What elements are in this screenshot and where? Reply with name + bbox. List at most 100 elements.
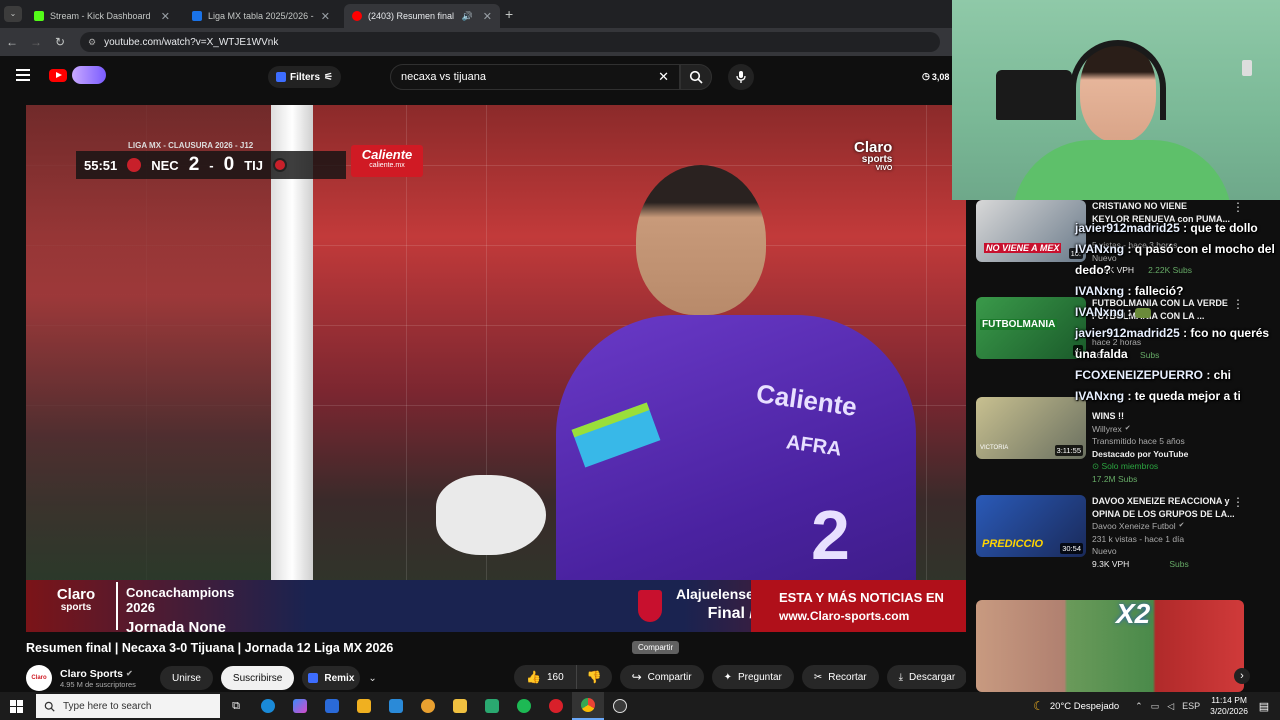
store-app[interactable] [348,692,380,720]
chrome-alt-app[interactable] [412,692,444,720]
speaker-icon[interactable]: ◁ [1167,701,1174,712]
chevron-right-icon: › [1240,670,1244,682]
url-text: youtube.com/watch?v=X_WTJE1WVnk [104,36,279,48]
chrome-app[interactable] [572,692,604,720]
net-line [926,105,927,580]
share-button[interactable]: ↪ Compartir [619,665,704,689]
speaker-icon[interactable]: 🔊 [462,11,473,22]
related-video-thumbnail[interactable]: FUTBOLMANIA 4: [976,297,1086,359]
windows-start-button[interactable] [0,692,32,720]
search-button[interactable] [680,64,712,90]
dislike-button[interactable]: 👎 [577,665,612,689]
clip-button[interactable]: ✂ Recortar [801,665,879,689]
lamp [1242,60,1252,76]
sponsor-url: caliente.mx [369,162,405,169]
team-sub: Final / [707,605,754,622]
clock-time: 11:14 PM [1211,695,1247,705]
home-team: NEC [151,157,179,173]
video-title-2: OPINA DE LOS GRUPOS DE LA... [1092,508,1235,519]
clear-search-icon[interactable]: ✕ [658,69,669,85]
edge-app[interactable] [252,692,284,720]
related-video-thumbnail[interactable]: NO VIENE A MEX 10: [976,200,1086,262]
ask-label: Preguntar [737,671,782,683]
clock-date: 3/20/2026 [1210,706,1248,716]
score-separator: - [209,157,214,173]
away-team: TIJ [244,157,263,173]
site-info-icon[interactable]: ⚙ [88,37,96,48]
google-favicon-icon [192,11,202,21]
obs-app[interactable] [604,692,636,720]
lower-third-text: Concachampions 2026 Jornada None [116,582,241,632]
mail-app[interactable] [316,692,348,720]
back-arrow-icon[interactable]: ← [0,35,24,49]
browser-tab-youtube[interactable]: (2403) Resumen final | Nec 🔊 ✕ [344,4,500,28]
youtube-logo[interactable] [49,69,67,82]
remix-button[interactable]: Remix [302,666,361,690]
ask-button[interactable]: ✦ Preguntar [711,665,794,689]
alajuelense-crest-icon [638,590,662,622]
reload-icon[interactable]: ↻ [48,35,72,49]
channel-name: Davoo Xeneize Futbol [1092,521,1176,531]
weather-widget[interactable]: ☾ 20°C Despejado [1033,699,1119,713]
forward-arrow-icon[interactable]: → [24,35,48,49]
featured-video-thumbnail[interactable]: X2 [976,600,1244,692]
close-icon[interactable]: ✕ [161,10,170,23]
notifications-button[interactable]: ▤ [1248,692,1280,720]
taskbar-search-input[interactable]: Type here to search [36,694,220,718]
goalkeeper-glove [436,475,546,555]
team-name: Alajuelense [676,586,754,602]
spotify-app[interactable] [508,692,540,720]
doodle-icon[interactable] [72,66,106,84]
remix-icon [308,673,319,683]
browser-tab-liga[interactable]: Liga MX tabla 2025/2026 - Cla ✕ [184,4,338,28]
opera-app[interactable] [540,692,572,720]
file-explorer-app[interactable] [444,692,476,720]
browser-tab-kick[interactable]: Stream - Kick Dashboard ✕ [26,4,178,28]
download-button[interactable]: ⤓ Descargar [886,665,968,689]
goalkeeper-head [636,165,766,315]
video-duration: 3:11:55 [1054,445,1083,456]
related-video-meta[interactable]: DAVOO XENEIZE REACCIONA y OPINA DE LOS G… [1092,495,1235,570]
green-app[interactable] [476,692,508,720]
thumbs-up-icon: 👍 [526,670,541,684]
language-indicator[interactable]: ESP [1182,701,1200,711]
video-options-icon[interactable]: ⋮ [1232,200,1244,214]
chevron-down-icon: ⌄ [9,9,17,18]
match-clock: 55:51 [84,157,118,173]
tab-search-button[interactable]: ⌄ [4,6,22,22]
new-tab-button[interactable]: + [505,6,513,22]
remix-label: Remix [324,672,355,684]
search-input[interactable]: necaxa vs tijuana ✕ [390,64,680,90]
edge-icon [261,699,275,713]
video-options-icon[interactable]: ⋮ [1232,495,1244,509]
close-icon[interactable]: ✕ [483,10,492,23]
clock[interactable]: 11:14 PM 3/20/2026 [1210,695,1248,717]
chat-message: IVANxng : falleció? [1075,281,1280,302]
chevron-down-icon[interactable]: ⌄ [368,673,376,684]
filters-button[interactable]: Filters ⚟ [268,66,341,88]
sidebar-next-button[interactable]: › [1234,668,1250,684]
like-button[interactable]: 👍 160 [514,665,577,689]
lower-third-brand-name: Claro [56,586,96,603]
related-video-thumbnail[interactable]: VICTORIA 3:11:55 [976,397,1086,459]
channel-name[interactable]: Claro Sports [60,668,123,680]
related-video-thumbnail[interactable]: PREDICCIO 30:54 [976,495,1086,557]
subscribe-button[interactable]: Suscribirse [220,666,295,690]
video-badge: Destacado por YouTube [1092,448,1189,459]
copilot-app[interactable] [284,692,316,720]
close-icon[interactable]: ✕ [321,10,330,23]
related-video-meta[interactable]: WINS !! Willyrex ✔ Transmitido hace 5 añ… [1092,410,1188,485]
task-view-button[interactable]: ⧉ [220,692,252,720]
url-bar[interactable]: ⚙ youtube.com/watch?v=X_WTJE1WVnk [80,32,940,52]
network-icon[interactable]: ▭ [1151,701,1160,712]
chat-message: FCOXENEIZEPUERRO : chi [1075,365,1280,386]
channel-line: Willyrex ✔ [1092,423,1188,436]
chevron-up-icon[interactable]: ⌃ [1135,701,1143,712]
channel-avatar[interactable]: Claro [26,665,52,691]
download-label: Descargar [909,671,956,683]
video-player[interactable]: Caliente AFRA 2 viva LIGA MX - CLAUSURA … [26,105,966,632]
join-button[interactable]: Unirse [160,666,213,690]
vscode-app[interactable] [380,692,412,720]
voice-search-button[interactable] [728,64,754,90]
menu-icon[interactable] [16,69,30,81]
